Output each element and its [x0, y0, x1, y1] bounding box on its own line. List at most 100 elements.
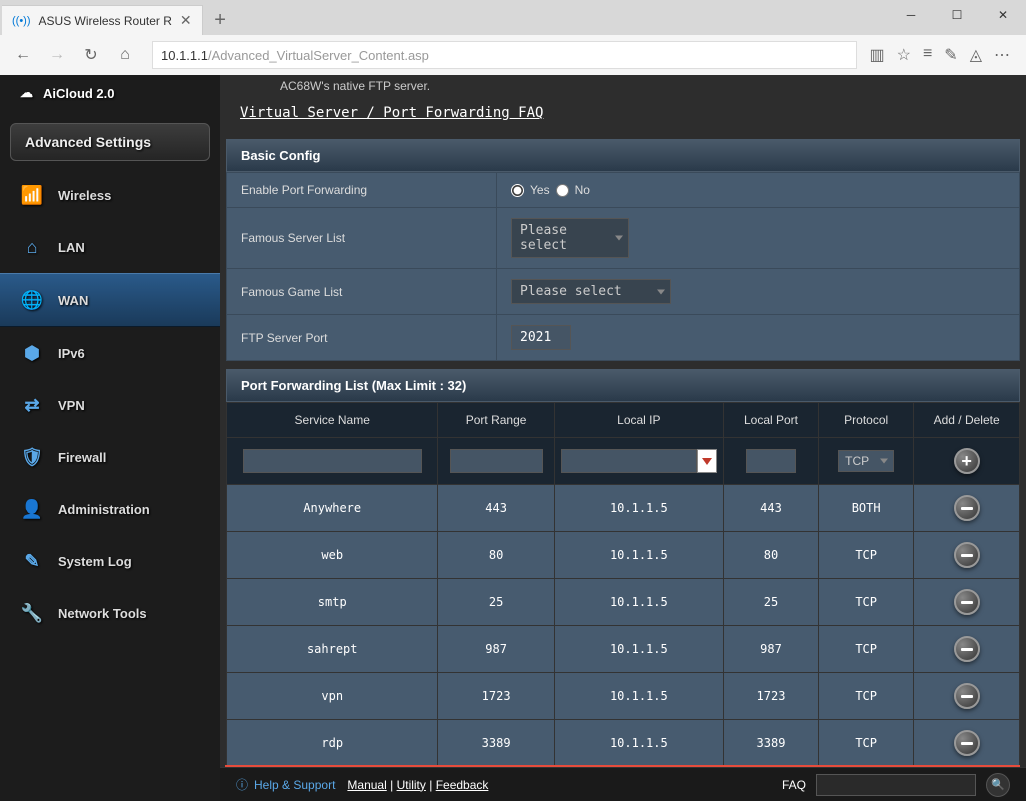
minimize-button[interactable]: ─ — [888, 0, 934, 30]
cell-port: 3389 — [723, 720, 818, 767]
col-range: Port Range — [438, 403, 554, 438]
favorite-icon[interactable]: ☆ — [897, 45, 911, 65]
cloud-icon: ☁ — [20, 85, 33, 101]
famous-server-select[interactable]: Please select — [511, 218, 629, 258]
cell-proto: TCP — [819, 532, 914, 579]
enable-pf-yes-radio[interactable] — [511, 184, 524, 197]
sidebar-item-network-tools[interactable]: 🔧Network Tools — [0, 587, 220, 639]
cell-port: 443 — [723, 485, 818, 532]
cell-proto: TCP — [819, 626, 914, 673]
cell-port: 25 — [723, 579, 818, 626]
cell-range: 1723 — [438, 673, 554, 720]
share-icon[interactable]: ◬ — [970, 45, 982, 65]
cell-service: vpn — [227, 673, 438, 720]
faq-search-input[interactable] — [816, 774, 976, 796]
basic-config-table: Enable Port Forwarding Yes No Famous Ser… — [226, 172, 1020, 361]
delete-button[interactable] — [954, 683, 980, 709]
sidebar-item-wireless[interactable]: 📶Wireless — [0, 169, 220, 221]
sidebar-item-firewall[interactable]: 🛡Firewall — [0, 431, 220, 483]
cell-service: web — [227, 532, 438, 579]
basic-config-header: Basic Config — [226, 139, 1020, 172]
famous-game-select[interactable]: Please select — [511, 279, 671, 304]
intro-text: AC68W's native FTP server. — [220, 75, 1026, 101]
sidebar-item-system-log[interactable]: ✎System Log — [0, 535, 220, 587]
delete-button[interactable] — [954, 636, 980, 662]
home-button[interactable]: ⌂ — [110, 40, 140, 70]
cell-range: 443 — [438, 485, 554, 532]
enable-pf-no-radio[interactable] — [556, 184, 569, 197]
wifi-icon: 📶 — [20, 183, 44, 207]
ip-dropdown-button[interactable] — [697, 449, 717, 473]
table-row: sahrept98710.1.1.5987TCP — [227, 626, 1020, 673]
ipv6-icon: ⬢ — [20, 341, 44, 365]
new-proto-select[interactable]: TCP — [838, 450, 894, 472]
cell-service: rdp — [227, 720, 438, 767]
notes-icon[interactable]: ✎ — [944, 45, 957, 65]
ftp-port-input[interactable] — [511, 325, 571, 350]
utility-link[interactable]: Utility — [397, 778, 426, 792]
cell-port: 1723 — [723, 673, 818, 720]
maximize-button[interactable]: ☐ — [934, 0, 980, 30]
cell-range: 25 — [438, 579, 554, 626]
url-path: /Advanced_VirtualServer_Content.asp — [208, 48, 429, 63]
delete-button[interactable] — [954, 589, 980, 615]
forward-button[interactable]: → — [42, 40, 72, 70]
cell-service: smtp — [227, 579, 438, 626]
faq-link[interactable]: Virtual Server / Port Forwarding FAQ — [220, 101, 1026, 133]
advanced-settings-header: Advanced Settings — [10, 123, 210, 161]
pf-list-header: Port Forwarding List (Max Limit : 32) — [226, 369, 1020, 402]
famous-game-label: Famous Game List — [227, 269, 497, 315]
reading-view-icon[interactable]: ▥ — [869, 45, 884, 65]
manual-link[interactable]: Manual — [347, 778, 386, 792]
new-ip-input[interactable] — [561, 449, 697, 473]
new-range-input[interactable] — [450, 449, 543, 473]
cell-service: sahrept — [227, 626, 438, 673]
close-tab-icon[interactable]: ✕ — [180, 12, 192, 29]
browser-tab[interactable]: ((•)) ASUS Wireless Router R ✕ — [2, 5, 203, 35]
add-button[interactable] — [954, 448, 980, 474]
cell-ip: 10.1.1.5 — [554, 579, 723, 626]
search-button[interactable]: 🔍 — [986, 773, 1010, 797]
delete-button[interactable] — [954, 730, 980, 756]
famous-server-label: Famous Server List — [227, 208, 497, 269]
col-proto: Protocol — [819, 403, 914, 438]
ftp-port-label: FTP Server Port — [227, 315, 497, 361]
table-row: Anywhere44310.1.1.5443BOTH — [227, 485, 1020, 532]
table-row: vpn172310.1.1.51723TCP — [227, 673, 1020, 720]
cell-ip: 10.1.1.5 — [554, 626, 723, 673]
port-forwarding-table: Service Name Port Range Local IP Local P… — [226, 402, 1020, 801]
faq-label: FAQ — [782, 778, 806, 792]
aicloud-link[interactable]: ☁ AiCloud 2.0 — [0, 75, 220, 111]
sidebar-item-lan[interactable]: ⌂LAN — [0, 221, 220, 273]
cell-range: 3389 — [438, 720, 554, 767]
cell-proto: TCP — [819, 673, 914, 720]
feedback-link[interactable]: Feedback — [436, 778, 489, 792]
log-icon: ✎ — [20, 549, 44, 573]
more-icon[interactable]: ⋯ — [994, 45, 1010, 65]
new-port-input[interactable] — [746, 449, 795, 473]
table-row: web8010.1.1.580TCP — [227, 532, 1020, 579]
tab-title: ASUS Wireless Router R — [39, 14, 172, 28]
delete-button[interactable] — [954, 542, 980, 568]
col-ip: Local IP — [554, 403, 723, 438]
help-support[interactable]: ⓘ Help & Support — [236, 776, 335, 793]
table-row: smtp2510.1.1.525TCP — [227, 579, 1020, 626]
delete-button[interactable] — [954, 495, 980, 521]
new-tab-button[interactable]: + — [203, 5, 238, 35]
hub-icon[interactable]: ≡ — [923, 45, 932, 65]
tools-icon: 🔧 — [20, 601, 44, 625]
cell-proto: TCP — [819, 720, 914, 767]
sidebar-item-wan[interactable]: 🌐WAN — [0, 273, 220, 327]
cell-ip: 10.1.1.5 — [554, 532, 723, 579]
sidebar-item-administration[interactable]: 👤Administration — [0, 483, 220, 535]
close-window-button[interactable]: ✕ — [980, 0, 1026, 30]
col-service: Service Name — [227, 403, 438, 438]
back-button[interactable]: ← — [8, 40, 38, 70]
cell-service: Anywhere — [227, 485, 438, 532]
address-bar[interactable]: 10.1.1.1/Advanced_VirtualServer_Content.… — [152, 41, 857, 69]
sidebar-item-vpn[interactable]: ⇄VPN — [0, 379, 220, 431]
new-service-input[interactable] — [243, 449, 422, 473]
refresh-button[interactable]: ↻ — [76, 40, 106, 70]
cell-proto: TCP — [819, 579, 914, 626]
sidebar-item-ipv6[interactable]: ⬢IPv6 — [0, 327, 220, 379]
